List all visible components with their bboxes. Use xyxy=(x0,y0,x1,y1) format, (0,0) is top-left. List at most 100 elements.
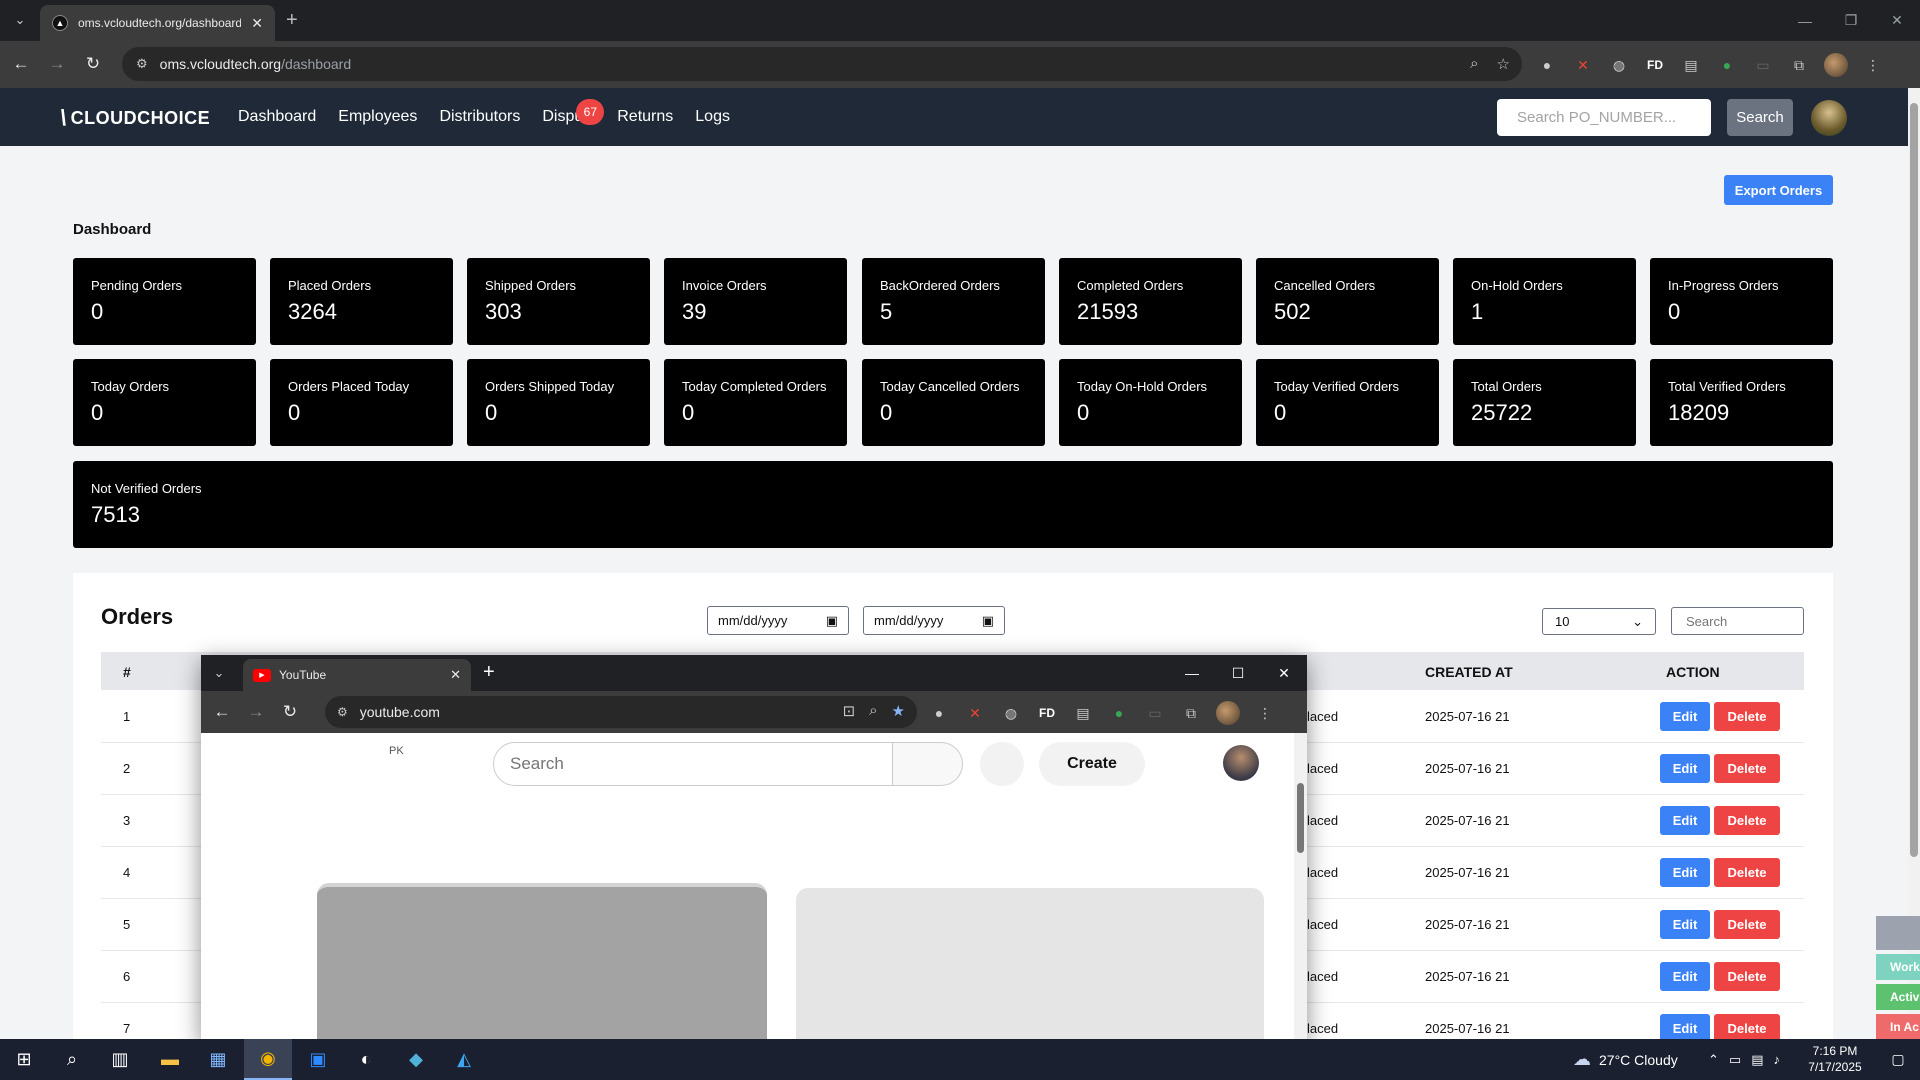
nav-link-returns[interactable]: Returns xyxy=(617,108,673,126)
edit-button[interactable]: Edit xyxy=(1660,702,1710,731)
chrome-taskbar-icon[interactable]: ◉ xyxy=(244,1039,292,1080)
yt-scrollbar[interactable] xyxy=(1294,733,1307,1040)
tab-close-icon[interactable]: ✕ xyxy=(251,15,263,32)
edit-button[interactable]: Edit xyxy=(1660,806,1710,835)
yt-extension-picture-icon[interactable]: ▤ xyxy=(1072,702,1094,724)
edit-button[interactable]: Edit xyxy=(1660,910,1710,939)
notification-center-icon[interactable]: ▢ xyxy=(1876,1039,1920,1080)
yt-search-input[interactable] xyxy=(493,742,893,786)
extension-fd-icon[interactable]: FD xyxy=(1644,54,1666,76)
edit-button[interactable]: Edit xyxy=(1660,962,1710,991)
yt-browser-tab[interactable]: ▶ YouTube ✕ xyxy=(243,659,471,691)
address-bar[interactable]: ⚙ oms.vcloudtech.org /dashboard ⌕ ☆ xyxy=(122,47,1522,81)
calendar-icon[interactable]: ▣ xyxy=(826,613,838,629)
yt-extension-green-icon[interactable]: ● xyxy=(1108,702,1130,724)
app-circle-icon[interactable]: ◐ xyxy=(342,1039,390,1080)
yt-chrome-menu-icon[interactable]: ⋮ xyxy=(1254,702,1276,724)
yt-extension-x-icon[interactable]: ✕ xyxy=(964,702,986,724)
taskbar-search-icon[interactable]: ⌕ xyxy=(48,1039,96,1080)
yt-tab-close-icon[interactable]: ✕ xyxy=(450,667,461,683)
extension-x-icon[interactable]: ✕ xyxy=(1572,54,1594,76)
tray-chevron-up-icon[interactable]: ⌃ xyxy=(1708,1052,1719,1068)
yt-minimize-icon[interactable]: — xyxy=(1169,655,1215,691)
edit-button[interactable]: Edit xyxy=(1660,754,1710,783)
task-view-icon[interactable]: ▥ xyxy=(96,1039,144,1080)
windows-start-icon[interactable]: ⊞ xyxy=(0,1039,48,1080)
yt-extension-cast-icon[interactable]: ▭ xyxy=(1144,702,1166,724)
minimize-icon[interactable]: — xyxy=(1782,0,1828,41)
extension-picture-icon[interactable]: ▤ xyxy=(1680,54,1702,76)
page-scrollbar-thumb[interactable] xyxy=(1910,103,1918,857)
orders-search-input[interactable] xyxy=(1671,607,1804,635)
app-diamond-icon[interactable]: ◆ xyxy=(392,1039,440,1080)
side-tag-active[interactable]: Activ xyxy=(1876,984,1920,1010)
yt-install-icon[interactable]: ⊡ xyxy=(843,702,856,720)
delete-button[interactable]: Delete xyxy=(1714,754,1780,783)
extension-green-icon[interactable]: ● xyxy=(1716,54,1738,76)
chrome-profile-avatar[interactable] xyxy=(1824,53,1848,77)
nav-link-disputes[interactable]: Dispu 67 xyxy=(542,99,605,126)
delete-button[interactable]: Delete xyxy=(1714,962,1780,991)
yt-extension-globe-icon[interactable]: ◍ xyxy=(1000,702,1022,724)
yt-zoom-icon[interactable]: ⌕ xyxy=(869,702,877,720)
extension-cast-icon[interactable]: ▭ xyxy=(1752,54,1774,76)
extension-monkey-icon[interactable]: ● xyxy=(1536,54,1558,76)
side-tag-work[interactable]: Work xyxy=(1876,954,1920,980)
nav-link-logs[interactable]: Logs xyxy=(695,108,730,126)
back-icon[interactable]: ← xyxy=(8,51,34,77)
edit-button[interactable]: Edit xyxy=(1660,858,1710,887)
nav-link-dashboard[interactable]: Dashboard xyxy=(238,108,316,126)
delete-button[interactable]: Delete xyxy=(1714,910,1780,939)
date-from-input[interactable]: mm/dd/yyyy ▣ xyxy=(707,606,849,635)
tab-search-icon[interactable]: ⌄ xyxy=(8,8,32,32)
yt-extension-monkey-icon[interactable]: ● xyxy=(928,702,950,724)
export-orders-button[interactable]: Export Orders xyxy=(1724,175,1833,205)
weather-widget[interactable]: ☁ 27°C Cloudy xyxy=(1573,1039,1678,1080)
delete-button[interactable]: Delete xyxy=(1714,806,1780,835)
calendar-icon[interactable]: ▣ xyxy=(982,613,994,629)
po-search-input[interactable] xyxy=(1497,99,1711,136)
microsoft-store-icon[interactable]: ▦ xyxy=(194,1039,242,1080)
zoom-icon[interactable]: ⌕ xyxy=(1470,55,1478,73)
side-tag-inactive[interactable]: In Ac xyxy=(1876,1014,1920,1040)
page-scrollbar[interactable] xyxy=(1908,88,1920,1039)
yt-account-avatar[interactable] xyxy=(1223,745,1259,781)
yt-extensions-puzzle-icon[interactable]: ⧉ xyxy=(1180,702,1202,724)
date-to-input[interactable]: mm/dd/yyyy ▣ xyxy=(863,606,1005,635)
reload-icon[interactable]: ↻ xyxy=(80,51,106,77)
yt-extension-fd-icon[interactable]: FD xyxy=(1036,702,1058,724)
restore-icon[interactable]: ❐ xyxy=(1828,0,1874,41)
file-explorer-icon[interactable]: ▬ xyxy=(146,1039,194,1080)
yt-address-bar[interactable]: ⚙ youtube.com ⊡ ⌕ ★ xyxy=(325,696,917,728)
po-search-button[interactable]: Search xyxy=(1727,99,1793,136)
extensions-puzzle-icon[interactable]: ⧉ xyxy=(1788,54,1810,76)
nav-link-employees[interactable]: Employees xyxy=(338,108,417,126)
yt-reload-icon[interactable]: ↻ xyxy=(277,699,303,725)
browser-tab-oms[interactable]: ▲ oms.vcloudtech.org/dashboard ✕ xyxy=(40,5,275,41)
close-window-icon[interactable]: ✕ xyxy=(1874,0,1920,41)
chrome-menu-icon[interactable]: ⋮ xyxy=(1862,54,1884,76)
yt-video-thumbnail[interactable] xyxy=(796,888,1264,1040)
zoom-app-icon[interactable]: ▣ xyxy=(294,1039,342,1080)
user-avatar[interactable] xyxy=(1811,100,1847,136)
volume-icon[interactable]: ♪ xyxy=(1774,1052,1781,1067)
yt-voice-search-button[interactable] xyxy=(980,742,1024,786)
yt-site-info-icon[interactable]: ⚙ xyxy=(337,705,348,719)
delete-button[interactable]: Delete xyxy=(1714,702,1780,731)
site-info-icon[interactable]: ⚙ xyxy=(136,56,148,72)
yt-bookmark-star-icon[interactable]: ★ xyxy=(892,702,905,720)
yt-new-tab-icon[interactable]: + xyxy=(483,661,495,684)
yt-chrome-profile-avatar[interactable] xyxy=(1216,701,1240,725)
yt-close-window-icon[interactable]: ✕ xyxy=(1261,655,1307,691)
page-size-select[interactable]: 10 ⌄ xyxy=(1542,608,1656,635)
yt-video-thumbnail[interactable] xyxy=(317,883,767,1040)
battery-icon[interactable]: ▭ xyxy=(1729,1052,1741,1068)
vscode-icon[interactable]: ◭ xyxy=(440,1039,488,1080)
forward-icon[interactable]: → xyxy=(44,51,70,77)
yt-forward-icon[interactable]: → xyxy=(243,699,269,725)
yt-back-icon[interactable]: ← xyxy=(209,699,235,725)
cloudchoice-logo[interactable]: \ CLOUDCHOICE xyxy=(60,105,210,131)
bookmark-star-icon[interactable]: ☆ xyxy=(1497,55,1510,73)
delete-button[interactable]: Delete xyxy=(1714,858,1780,887)
yt-create-button[interactable]: Create xyxy=(1039,742,1145,786)
